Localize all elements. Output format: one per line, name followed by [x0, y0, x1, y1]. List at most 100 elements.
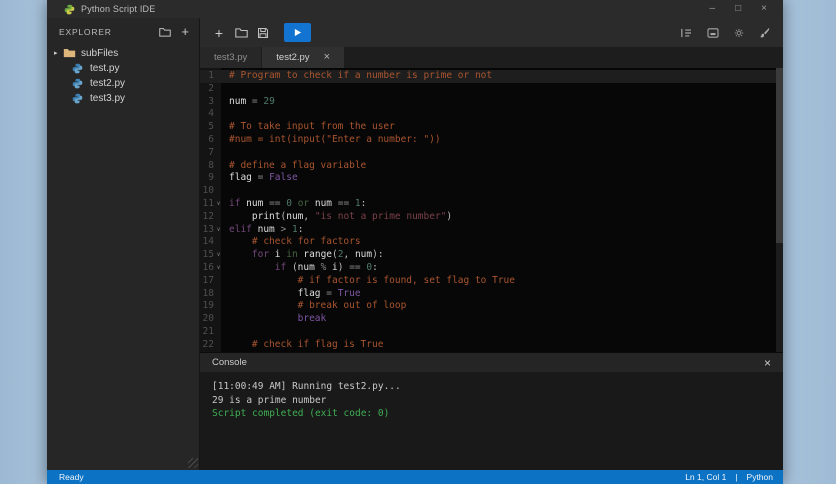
- line-number: 19: [202, 300, 214, 312]
- code-line-4[interactable]: 4: [200, 108, 783, 121]
- close-button[interactable]: ×: [761, 4, 767, 14]
- code-line-2[interactable]: 2: [200, 83, 783, 96]
- run-button[interactable]: [284, 23, 311, 42]
- gear-icon[interactable]: [734, 28, 744, 38]
- open-folder-button[interactable]: [230, 27, 252, 38]
- status-ready: Ready: [59, 472, 84, 482]
- line-number: 22: [202, 338, 214, 350]
- code-lines: 1 # Program to check if a number is prime…: [200, 70, 783, 352]
- line-number: 16: [202, 261, 214, 273]
- line-number: 15: [202, 249, 214, 261]
- file-item-subFiles[interactable]: ▸ subFiles: [47, 46, 199, 60]
- python-icon: [72, 93, 85, 104]
- new-file-button[interactable]: +: [208, 26, 230, 40]
- line-number: 4: [208, 108, 214, 120]
- file-name: test.py: [90, 62, 120, 74]
- code-line-7[interactable]: 7: [200, 147, 783, 160]
- code-line-9[interactable]: 9 flag = False: [200, 172, 783, 185]
- explorer-title: EXPLORER: [59, 26, 112, 37]
- status-separator: |: [735, 472, 738, 482]
- toolbar: +: [200, 18, 783, 47]
- code-line-21[interactable]: 21: [200, 326, 783, 339]
- code-line-3[interactable]: 3 num = 29: [200, 96, 783, 109]
- status-bar: Ready Ln 1, Col 1 | Python: [47, 470, 783, 484]
- code-line-11[interactable]: 11 ∨ if num == 0 or num == 1:: [200, 198, 783, 211]
- tab-bar: test3.py test2.py ×: [200, 47, 783, 68]
- console-header: Console ×: [200, 352, 783, 372]
- code-line-6[interactable]: 6 #num = int(input("Enter a number: ")): [200, 134, 783, 147]
- code-line-20[interactable]: 20 break: [200, 313, 783, 326]
- window-controls: – □ ×: [710, 4, 783, 14]
- line-number: 2: [208, 82, 214, 94]
- explorer-sidebar: EXPLORER + ▸ subFiles test.py test2.py test3…: [47, 18, 200, 470]
- line-number: 7: [208, 146, 214, 158]
- line-number: 14: [202, 236, 214, 248]
- window-title: Python Script IDE: [81, 4, 156, 14]
- code-line-22[interactable]: 22 # check if flag is True: [200, 339, 783, 352]
- tab-label: test3.py: [214, 52, 248, 63]
- editor-scrollbar[interactable]: [776, 68, 783, 352]
- code-line-12[interactable]: 12 print(num, "is not a prime number"): [200, 211, 783, 224]
- python-icon: [72, 78, 85, 89]
- code-line-5[interactable]: 5 # To take input from the user: [200, 121, 783, 134]
- expand-arrow-icon[interactable]: ▸: [54, 49, 63, 57]
- code-line-1[interactable]: 1 # Program to check if a number is prime…: [200, 70, 783, 83]
- fold-arrow-icon[interactable]: ∨: [214, 262, 223, 275]
- code-line-14[interactable]: 14 # check for factors: [200, 236, 783, 249]
- line-number: 8: [208, 159, 214, 171]
- tab-close-icon[interactable]: ×: [324, 52, 330, 63]
- console-output: [11:00:49 AM] Running test2.py... 29 is a…: [200, 372, 783, 470]
- file-item-test.py[interactable]: test.py: [47, 61, 199, 75]
- play-icon: [293, 28, 302, 37]
- new-folder-icon[interactable]: [159, 27, 172, 37]
- line-number: 17: [202, 274, 214, 286]
- app-window: Python Script IDE – □ × EXPLORER + ▸ subFil…: [47, 0, 783, 484]
- code-editor[interactable]: 1 # Program to check if a number is prime…: [200, 68, 783, 352]
- brush-icon[interactable]: [759, 27, 770, 38]
- code-line-19[interactable]: 19 # break out of loop: [200, 300, 783, 313]
- sidebar-resize-grip[interactable]: [188, 458, 198, 468]
- fold-arrow-icon[interactable]: ∨: [214, 198, 223, 211]
- save-button[interactable]: [252, 27, 274, 39]
- file-name: test2.py: [90, 77, 126, 89]
- file-item-test3.py[interactable]: test3.py: [47, 91, 199, 105]
- desktop-background: Python Script IDE – □ × EXPLORER + ▸ subFil…: [0, 0, 836, 484]
- line-number: 1: [208, 70, 214, 81]
- tab-label: test2.py: [276, 52, 310, 63]
- code-line-13[interactable]: 13 ∨ elif num > 1:: [200, 224, 783, 237]
- python-logo-icon: [64, 4, 75, 15]
- line-number: 5: [208, 121, 214, 133]
- console-line: 29 is a prime number: [212, 394, 327, 406]
- tab-test2.py[interactable]: test2.py ×: [262, 47, 344, 68]
- minimize-button[interactable]: –: [710, 4, 716, 14]
- content-area: + test3.py test2.py × 1 # Program to che…: [200, 18, 783, 470]
- explorer-header: EXPLORER +: [47, 18, 199, 45]
- file-item-test2.py[interactable]: test2.py: [47, 76, 199, 90]
- scrollbar-thumb[interactable]: [776, 68, 783, 243]
- fold-arrow-icon[interactable]: ∨: [214, 224, 223, 237]
- line-number: 13: [202, 223, 214, 235]
- code-line-15[interactable]: 15 ∨ for i in range(2, num):: [200, 249, 783, 262]
- line-number: 21: [202, 325, 214, 337]
- new-file-icon[interactable]: +: [181, 25, 189, 38]
- code-line-17[interactable]: 17 # if factor is found, set flag to Tru…: [200, 275, 783, 288]
- code-line-16[interactable]: 16 ∨ if (num % i) == 0:: [200, 262, 783, 275]
- format-list-icon[interactable]: [680, 28, 692, 38]
- code-line-8[interactable]: 8 # define a flag variable: [200, 160, 783, 173]
- line-number: 18: [202, 287, 214, 299]
- maximize-button[interactable]: □: [735, 4, 741, 14]
- console-close-icon[interactable]: ×: [764, 357, 771, 369]
- code-line-10[interactable]: 10: [200, 185, 783, 198]
- line-number: 20: [202, 313, 214, 325]
- line-number: 10: [202, 185, 214, 197]
- titlebar: Python Script IDE – □ ×: [47, 0, 783, 18]
- line-number: 12: [202, 210, 214, 222]
- line-number: 11: [202, 197, 214, 209]
- panel-icon[interactable]: [707, 27, 719, 38]
- fold-arrow-icon[interactable]: ∨: [214, 249, 223, 262]
- file-list: ▸ subFiles test.py test2.py test3.py: [47, 45, 199, 106]
- cursor-position[interactable]: Ln 1, Col 1: [685, 472, 726, 482]
- tab-test3.py[interactable]: test3.py: [200, 47, 262, 68]
- code-line-18[interactable]: 18 flag = True: [200, 288, 783, 301]
- language-mode[interactable]: Python: [747, 472, 773, 482]
